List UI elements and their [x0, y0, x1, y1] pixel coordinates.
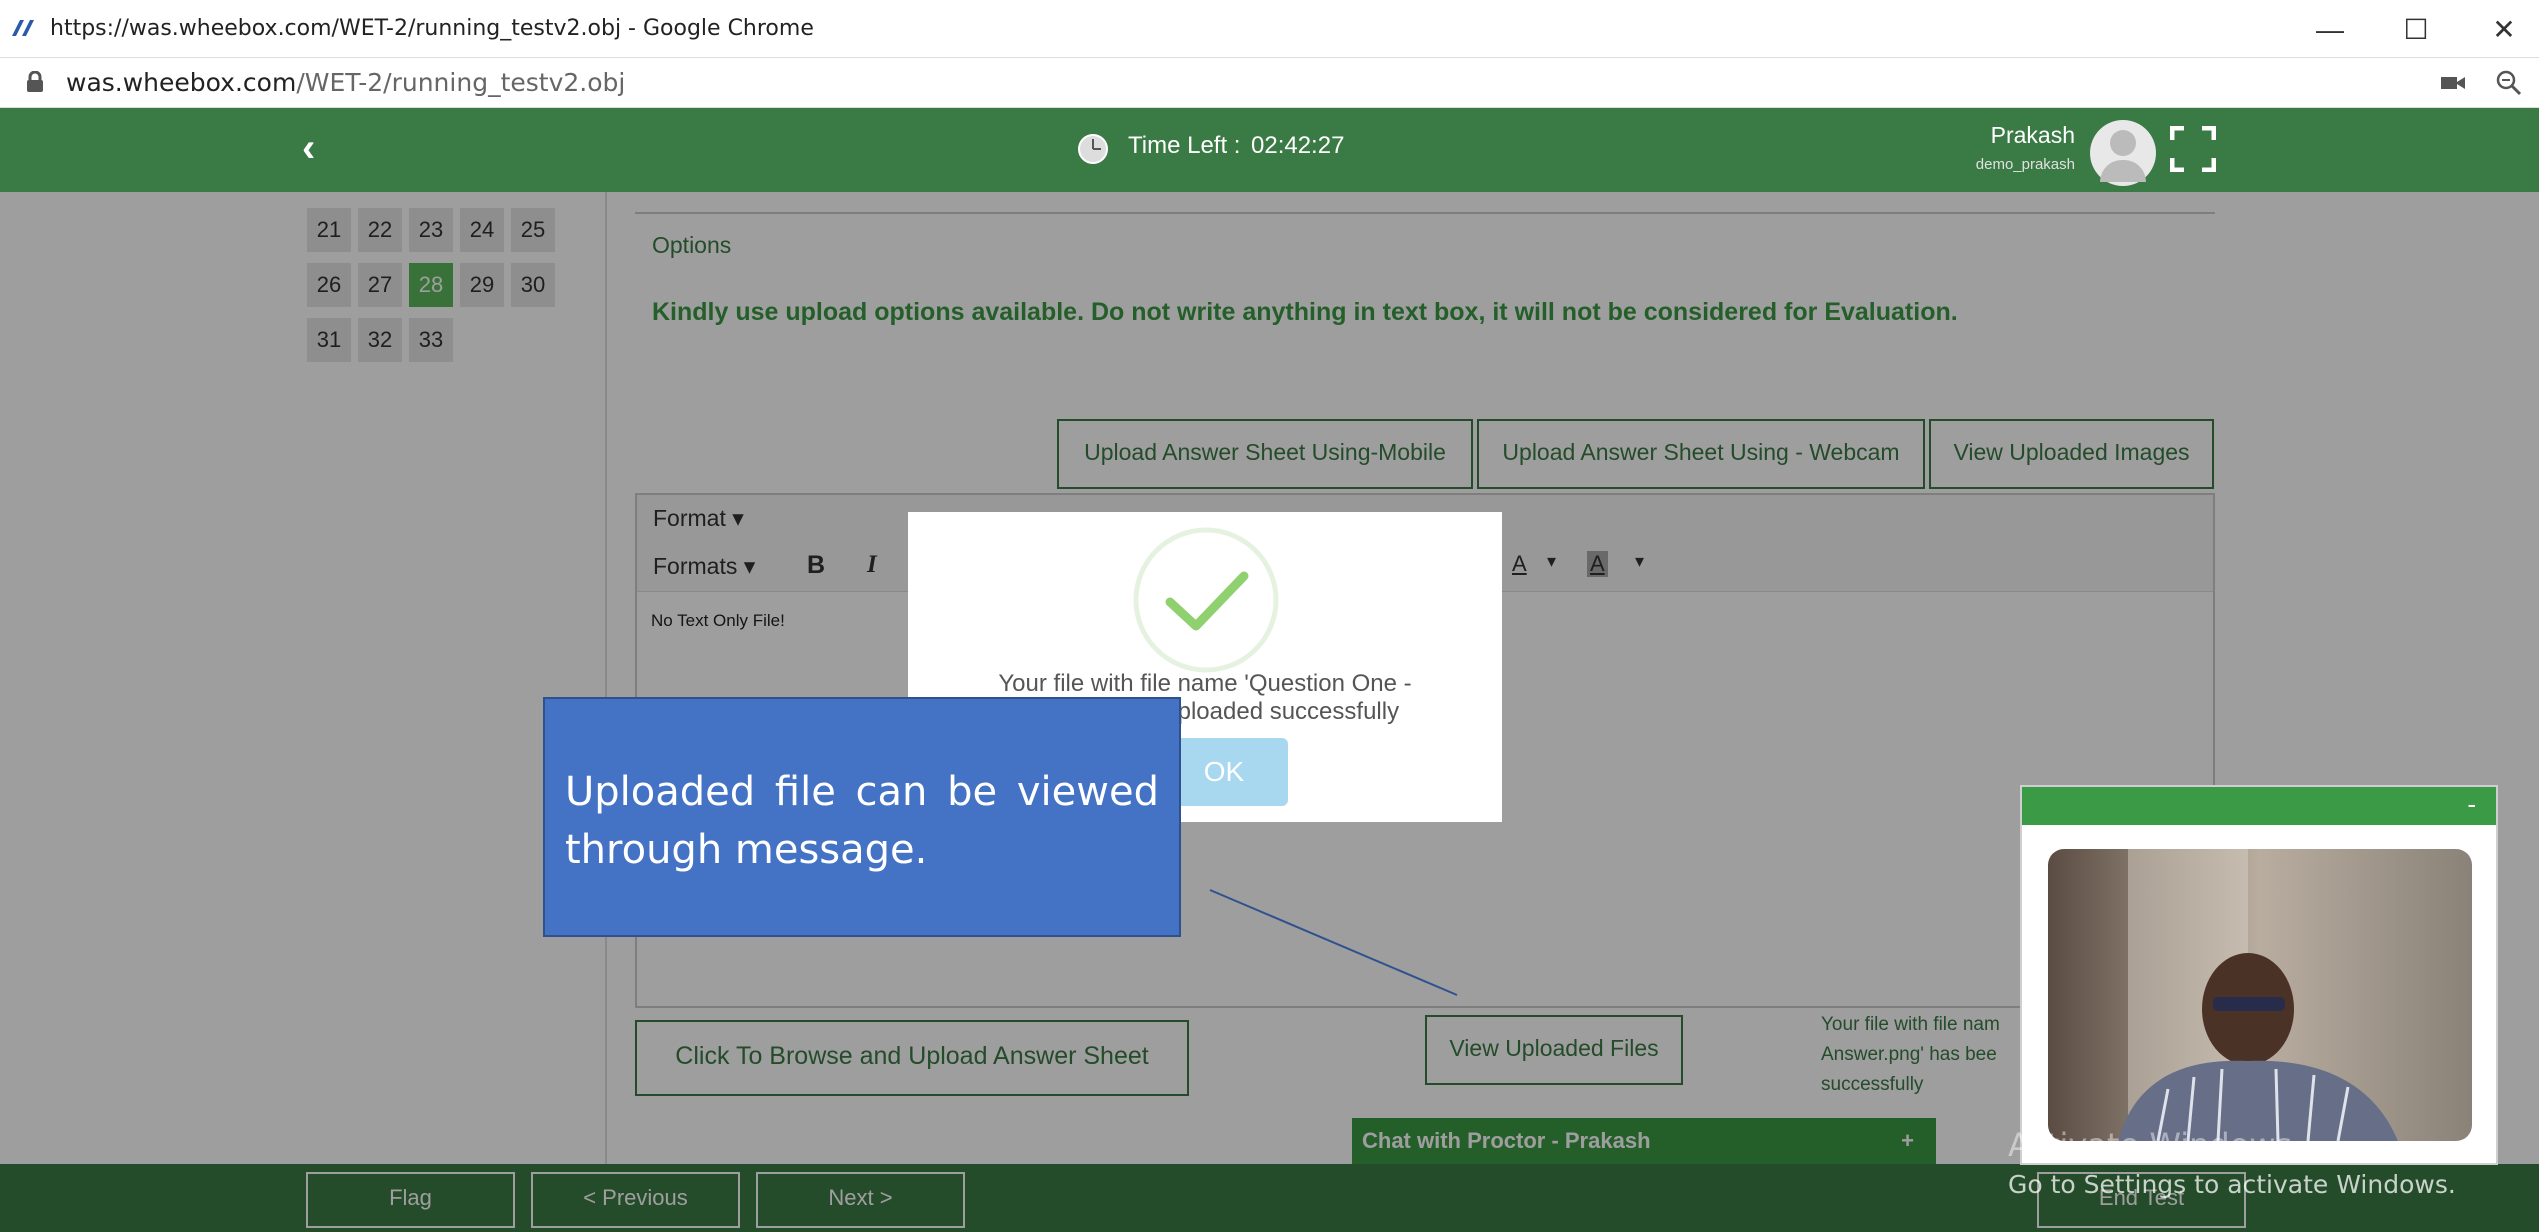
- lock-icon: [27, 71, 43, 92]
- user-name: Prakash: [1990, 122, 2075, 148]
- webcam-header: -: [2022, 787, 2496, 825]
- webcam-minimize-icon[interactable]: -: [2467, 789, 2476, 820]
- callout-pointer-line: [1209, 889, 1458, 996]
- fullscreen-icon[interactable]: [2170, 126, 2216, 172]
- avatar: [2090, 120, 2156, 186]
- annotation-callout: Uploaded file can be viewed through mess…: [543, 697, 1181, 937]
- site-favicon-icon: [12, 20, 34, 36]
- camera-icon[interactable]: [2440, 74, 2466, 92]
- success-check-icon: [1133, 527, 1279, 673]
- back-chevron-icon[interactable]: ‹: [302, 126, 315, 171]
- close-window-button[interactable]: ✕: [2474, 10, 2534, 50]
- activate-windows-title: Activate Windows: [2008, 1126, 2293, 1164]
- webcam-video-feed: [2048, 849, 2472, 1141]
- browser-title-bar: https://was.wheebox.com/WET-2/running_te…: [0, 0, 2539, 58]
- webcam-preview-panel: -: [2020, 785, 2498, 1165]
- user-id: demo_prakash: [1975, 156, 2075, 173]
- minimize-button[interactable]: —: [2300, 10, 2360, 50]
- timer-value: 02:42:27: [1251, 132, 1345, 159]
- test-header: ‹ Time Left : 02:42:27 Prakash demo_prak…: [0, 108, 2539, 192]
- timer-label: Time Left :: [1128, 132, 1241, 159]
- activate-windows-subtitle: Go to Settings to activate Windows.: [2008, 1170, 2456, 1199]
- browser-window-title: https://was.wheebox.com/WET-2/running_te…: [50, 16, 814, 41]
- url-text[interactable]: was.wheebox.com/WET-2/running_testv2.obj: [66, 68, 625, 97]
- maximize-button[interactable]: ☐: [2386, 10, 2446, 50]
- timer-icon: [1078, 134, 1108, 164]
- address-bar[interactable]: was.wheebox.com/WET-2/running_testv2.obj: [0, 58, 2539, 108]
- zoom-icon[interactable]: [2496, 70, 2522, 96]
